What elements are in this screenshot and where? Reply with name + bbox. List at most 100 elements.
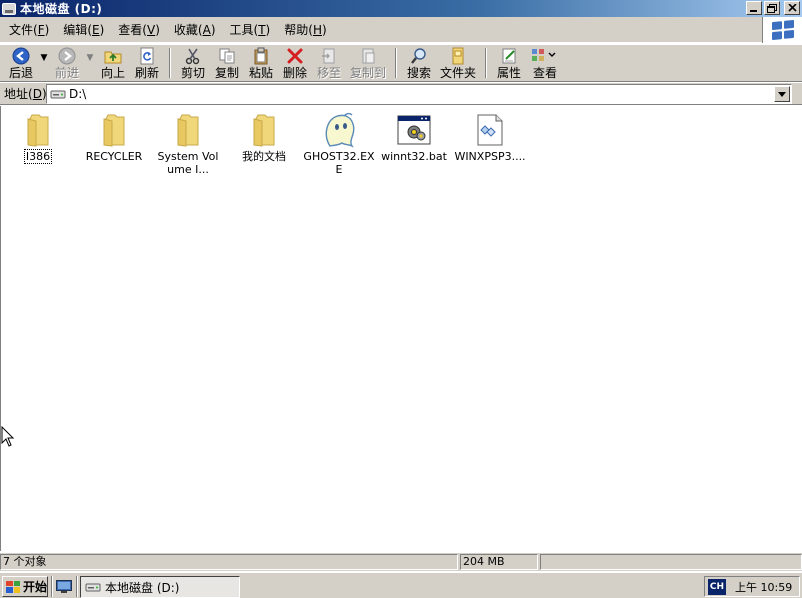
toolbar-separator [395, 48, 398, 78]
properties-icon [500, 47, 518, 65]
address-label: 地址(D) [4, 87, 47, 101]
restore-button[interactable] [764, 1, 780, 15]
window-controls [746, 1, 800, 15]
refresh-button[interactable]: 刷新 [130, 45, 164, 81]
views-icon [531, 47, 559, 65]
file-item-winnt32-bat[interactable]: winnt32.bat [377, 112, 451, 163]
forward-dropdown[interactable]: ▼ [84, 45, 96, 81]
move-to-icon [320, 47, 338, 65]
file-name: WINXPSP3.... [454, 150, 526, 163]
cut-button[interactable]: 剪切 [176, 45, 210, 81]
folder-icon [449, 47, 467, 65]
address-label-key: D [32, 87, 42, 101]
toolbar: 后退 ▼ 前进 ▼ 向上 刷新 剪切 复制 粘贴 删除 移至 复制到 搜索 文件… [0, 44, 802, 82]
file-list[interactable]: I386 RECYCLER System Volume I... 我的文档 GH… [0, 106, 802, 551]
toolbar-separator [485, 48, 488, 78]
menu-help[interactable]: 帮助(H) [277, 20, 333, 40]
folder-icon [21, 112, 55, 148]
window-title: 本地磁盘 (D:) [20, 2, 103, 16]
copy-button[interactable]: 复制 [210, 45, 244, 81]
menu-view-label: 查看 [118, 22, 143, 37]
drive-icon [2, 2, 16, 15]
address-label-text: 地址 [4, 87, 29, 101]
scissors-icon [184, 47, 202, 65]
copy-label: 复制 [214, 66, 239, 80]
paste-label: 粘贴 [248, 66, 273, 80]
file-item-recycler[interactable]: RECYCLER [77, 112, 151, 163]
back-dropdown[interactable]: ▼ [38, 45, 50, 81]
copy-to-label: 复制到 [350, 66, 387, 80]
menu-file-key: F [37, 22, 45, 37]
toolbar-separator [169, 48, 171, 78]
menu-edit[interactable]: 编辑(E) [56, 20, 111, 40]
ghost-icon [322, 112, 356, 148]
title-bar[interactable]: 本地磁盘 (D:) [0, 0, 802, 17]
batch-file-icon [397, 112, 431, 148]
refresh-label: 刷新 [134, 66, 159, 80]
folder-icon [97, 112, 131, 148]
file-name: winnt32.bat [381, 150, 447, 163]
status-object-count: 7 个对象 [0, 554, 458, 570]
folders-label: 文件夹 [440, 66, 477, 80]
move-to-button[interactable]: 移至 [312, 45, 346, 81]
menu-tools-key: T [258, 22, 266, 37]
menu-view[interactable]: 查看(V) [111, 20, 167, 40]
copy-to-button[interactable]: 复制到 [346, 45, 390, 81]
file-item-i386[interactable]: I386 [1, 112, 75, 164]
file-item-system-volume[interactable]: System Volume I... [151, 112, 225, 176]
paste-icon [252, 47, 270, 65]
file-name: I386 [23, 149, 53, 164]
windows-logo [762, 17, 802, 43]
back-button[interactable]: 后退 [4, 45, 38, 81]
search-button[interactable]: 搜索 [402, 45, 436, 81]
file-name: GHOST32.EXE [303, 150, 375, 176]
address-input[interactable]: D:\ [46, 84, 792, 104]
menu-help-label: 帮助 [284, 22, 309, 37]
status-bar: 7 个对象 204 MB [0, 552, 802, 571]
file-item-my-documents[interactable]: 我的文档 [227, 112, 301, 163]
start-button[interactable]: 开始 [2, 576, 48, 597]
chevron-down-icon [778, 91, 786, 97]
windows-flag-icon [771, 19, 794, 41]
status-size: 204 MB [460, 554, 538, 570]
close-button[interactable] [784, 1, 800, 15]
mouse-cursor-icon [1, 426, 15, 447]
search-icon [410, 47, 428, 65]
menu-favorites[interactable]: 收藏(A) [167, 20, 223, 40]
copy-icon [218, 47, 236, 65]
close-icon [787, 4, 797, 12]
file-name: RECYCLER [85, 150, 143, 163]
restore-icon [767, 3, 777, 13]
menu-tools[interactable]: 工具(T) [223, 20, 278, 40]
address-dropdown-button[interactable] [774, 86, 790, 102]
taskbar-window-button[interactable]: 本地磁盘 (D:) [80, 576, 240, 598]
up-button[interactable]: 向上 [96, 45, 130, 81]
menu-tools-label: 工具 [229, 22, 254, 37]
delete-button[interactable]: 删除 [278, 45, 312, 81]
views-button[interactable]: 查看 [526, 45, 560, 81]
move-to-label: 移至 [316, 66, 341, 80]
folder-icon [247, 112, 281, 148]
show-desktop-icon[interactable] [56, 579, 72, 593]
menu-view-key: V [146, 22, 156, 37]
folder-icon [171, 112, 205, 148]
taskbar: 开始 本地磁盘 (D:) CH 上午 10:59 [0, 572, 802, 598]
properties-button[interactable]: 属性 [492, 45, 526, 81]
minimize-button[interactable] [746, 1, 762, 15]
paste-button[interactable]: 粘贴 [244, 45, 278, 81]
ime-indicator[interactable]: CH [708, 578, 726, 595]
address-bar: 地址(D) D:\ [0, 83, 802, 105]
file-name: 我的文档 [242, 150, 286, 163]
copy-to-icon [359, 47, 377, 65]
clock[interactable]: 上午 10:59 [735, 579, 792, 595]
file-item-ghost32[interactable]: GHOST32.EXE [302, 112, 376, 176]
menu-favorites-key: A [202, 22, 211, 37]
menu-file[interactable]: 文件(F) [2, 20, 56, 40]
file-item-winxpsp3[interactable]: WINXPSP3.... [453, 112, 527, 163]
forward-button[interactable]: 前进 [50, 45, 84, 81]
folders-button[interactable]: 文件夹 [436, 45, 480, 81]
address-value: D:\ [69, 87, 87, 101]
taskbar-divider [76, 576, 78, 597]
status-zone [540, 554, 802, 570]
delete-x-icon [286, 47, 304, 65]
